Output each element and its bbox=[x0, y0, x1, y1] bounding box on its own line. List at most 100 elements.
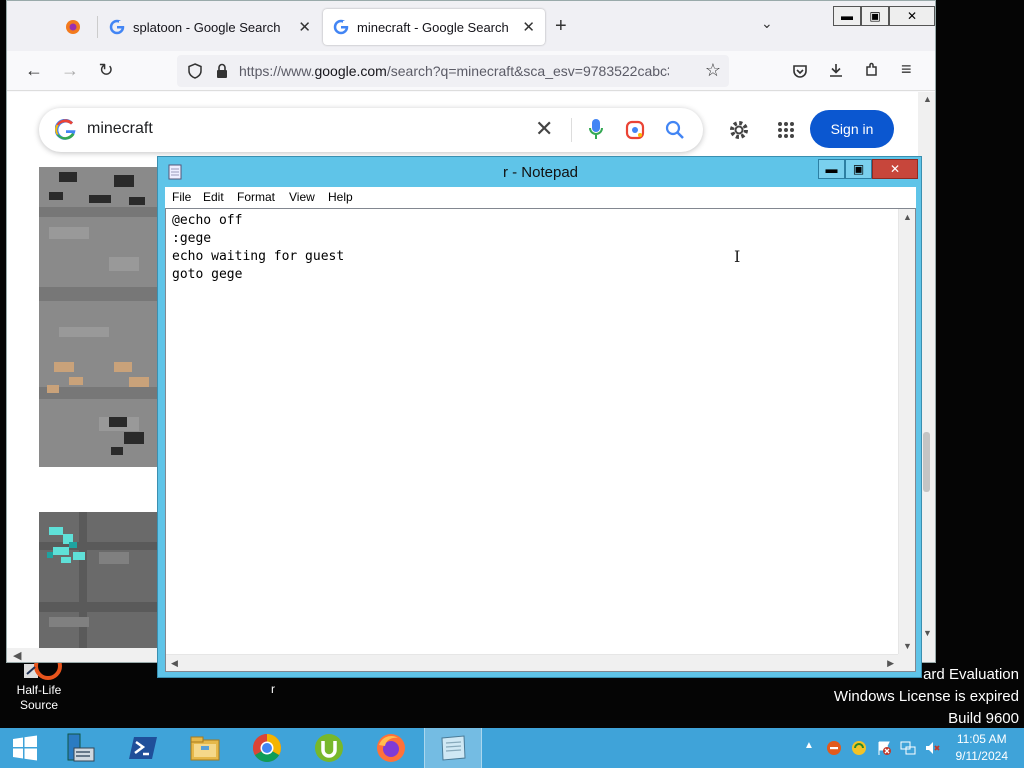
file-explorer-icon bbox=[190, 736, 220, 761]
pocket-icon[interactable] bbox=[792, 63, 808, 79]
notepad-close-button[interactable]: ✕ bbox=[872, 159, 918, 179]
new-tab-icon[interactable]: + bbox=[555, 15, 567, 38]
notepad-minimize-button[interactable]: ▬ bbox=[818, 159, 845, 179]
start-button[interactable] bbox=[0, 728, 50, 768]
scroll-down-arrow[interactable]: ▼ bbox=[903, 641, 912, 651]
google-apps-icon[interactable] bbox=[777, 121, 795, 139]
scrollbar-thumb[interactable] bbox=[923, 432, 930, 492]
stop-sign-icon[interactable] bbox=[826, 740, 842, 756]
server-manager-icon bbox=[67, 733, 95, 762]
tab-splatoon[interactable]: splatoon - Google Search ✕ bbox=[99, 9, 321, 45]
search-icon[interactable] bbox=[665, 120, 685, 140]
close-icon[interactable]: ✕ bbox=[298, 18, 311, 36]
firefox-view-icon bbox=[66, 20, 80, 34]
scroll-left-arrow[interactable]: ◀ bbox=[13, 649, 21, 662]
scroll-up-arrow[interactable]: ▲ bbox=[923, 94, 932, 104]
menu-format[interactable]: Format bbox=[237, 190, 275, 204]
firefox-icon bbox=[377, 734, 405, 762]
tab-strip: splatoon - Google Search ✕ minecraft - G… bbox=[7, 1, 935, 51]
taskbar-powershell[interactable] bbox=[118, 728, 168, 768]
settings-gear-icon[interactable] bbox=[728, 119, 750, 141]
notepad-icon bbox=[441, 735, 466, 761]
volume-muted-icon[interactable] bbox=[924, 740, 940, 756]
close-icon[interactable]: ✕ bbox=[522, 18, 535, 36]
google-g-icon bbox=[109, 19, 125, 35]
update-icon[interactable] bbox=[851, 740, 867, 756]
forward-icon[interactable]: → bbox=[59, 60, 81, 81]
notepad-horizontal-scrollbar[interactable]: ◀ ▶ bbox=[166, 654, 899, 671]
taskbar-utorrent[interactable] bbox=[304, 728, 354, 768]
taskbar-firefox[interactable] bbox=[366, 728, 416, 768]
google-g-icon bbox=[333, 19, 349, 35]
clear-icon[interactable]: ✕ bbox=[535, 116, 553, 142]
taskbar-notepad[interactable] bbox=[424, 728, 482, 768]
start-icon bbox=[13, 735, 37, 761]
chevron-down-icon[interactable]: ⌄ bbox=[761, 15, 773, 32]
tab-separator bbox=[97, 16, 98, 38]
url-path: /search?q=minecraft&sca_esv=9783522cabc3… bbox=[386, 63, 669, 79]
desktop-icon-r[interactable]: r bbox=[262, 682, 284, 697]
shield-icon bbox=[188, 63, 202, 79]
desktop-icon-label: r bbox=[271, 682, 275, 696]
minecraft-ore-image[interactable] bbox=[39, 167, 157, 467]
taskbar-file-explorer[interactable] bbox=[180, 728, 230, 768]
microphone-icon[interactable] bbox=[589, 119, 603, 141]
watermark-line-3: Build 9600 bbox=[948, 710, 1019, 727]
navigation-bar: ← → ↻ https://www.google.com/search?q=mi… bbox=[7, 51, 935, 91]
notepad-window: r - Notepad ▬ ▣ ✕ File Edit Format View … bbox=[157, 156, 922, 678]
system-clock[interactable]: 11:05 AM 9/11/2024 bbox=[956, 731, 1009, 765]
google-search-box[interactable]: minecraft ✕ bbox=[39, 108, 703, 152]
sign-in-button[interactable]: Sign in bbox=[810, 110, 894, 148]
taskbar-server-manager[interactable] bbox=[55, 728, 105, 768]
clock-time: 11:05 AM bbox=[956, 732, 1007, 746]
minimize-button[interactable]: ▬ bbox=[833, 6, 861, 26]
back-icon[interactable]: ← bbox=[23, 60, 45, 81]
menu-edit[interactable]: Edit bbox=[203, 190, 224, 204]
minecraft-diamond-image[interactable] bbox=[39, 512, 157, 650]
menu-icon[interactable]: ≡ bbox=[901, 59, 912, 80]
tab-firefox-view[interactable] bbox=[55, 9, 95, 45]
url-prefix: https://www. bbox=[239, 63, 315, 79]
action-center-flag-icon[interactable] bbox=[876, 740, 892, 756]
chrome-icon bbox=[253, 734, 281, 762]
menu-help[interactable]: Help bbox=[328, 190, 353, 204]
tab-minecraft[interactable]: minecraft - Google Search ✕ bbox=[323, 9, 545, 45]
url-domain: google.com bbox=[314, 63, 387, 79]
divider bbox=[571, 118, 572, 142]
menu-view[interactable]: View bbox=[289, 190, 315, 204]
text-cursor-icon: I bbox=[734, 247, 741, 266]
maximize-button[interactable]: ▣ bbox=[861, 6, 889, 26]
url-bar[interactable]: https://www.google.com/search?q=minecraf… bbox=[177, 55, 729, 87]
tray-overflow-icon[interactable]: ▲ bbox=[804, 740, 814, 751]
extensions-icon[interactable] bbox=[864, 62, 880, 78]
tab-label: splatoon - Google Search bbox=[133, 19, 281, 35]
network-icon[interactable] bbox=[900, 740, 916, 756]
desktop-icon-label: Half-Life Source bbox=[16, 683, 62, 712]
notepad-vertical-scrollbar[interactable]: ▲ ▼ bbox=[898, 209, 915, 654]
notepad-maximize-button[interactable]: ▣ bbox=[845, 159, 872, 179]
desktop-icon-half-life[interactable]: Half-Life Source bbox=[8, 656, 70, 713]
scroll-left-arrow[interactable]: ◀ bbox=[171, 658, 178, 669]
taskbar-chrome[interactable] bbox=[242, 728, 292, 768]
scroll-right-arrow[interactable]: ▶ bbox=[887, 658, 894, 669]
taskbar: ▲ 11:05 AM 9/11/2024 bbox=[0, 728, 1024, 768]
url-text: https://www.google.com/search?q=minecraf… bbox=[239, 63, 669, 79]
download-icon[interactable] bbox=[828, 62, 844, 78]
star-icon[interactable]: ☆ bbox=[705, 60, 721, 81]
tab-label: minecraft - Google Search bbox=[357, 19, 509, 35]
scroll-down-arrow[interactable]: ▼ bbox=[923, 628, 932, 638]
close-window-button[interactable]: ✕ bbox=[889, 6, 935, 26]
notepad-text-area[interactable]: @echo off :gege echo waiting for guest g… bbox=[165, 208, 916, 672]
menu-file[interactable]: File bbox=[172, 190, 191, 204]
clock-date: 9/11/2024 bbox=[955, 749, 1009, 763]
google-lens-icon[interactable] bbox=[625, 120, 645, 140]
notepad-menubar: File Edit Format View Help bbox=[165, 187, 916, 208]
notepad-content: @echo off :gege echo waiting for guest g… bbox=[172, 213, 345, 282]
notepad-title: r - Notepad bbox=[502, 164, 579, 181]
notepad-titlebar[interactable]: r - Notepad ▬ ▣ ✕ bbox=[158, 157, 921, 187]
resize-grip[interactable] bbox=[898, 654, 915, 671]
google-logo-icon bbox=[55, 119, 76, 140]
powershell-icon bbox=[129, 737, 157, 759]
scroll-up-arrow[interactable]: ▲ bbox=[903, 212, 912, 222]
reload-icon[interactable]: ↻ bbox=[95, 60, 117, 81]
